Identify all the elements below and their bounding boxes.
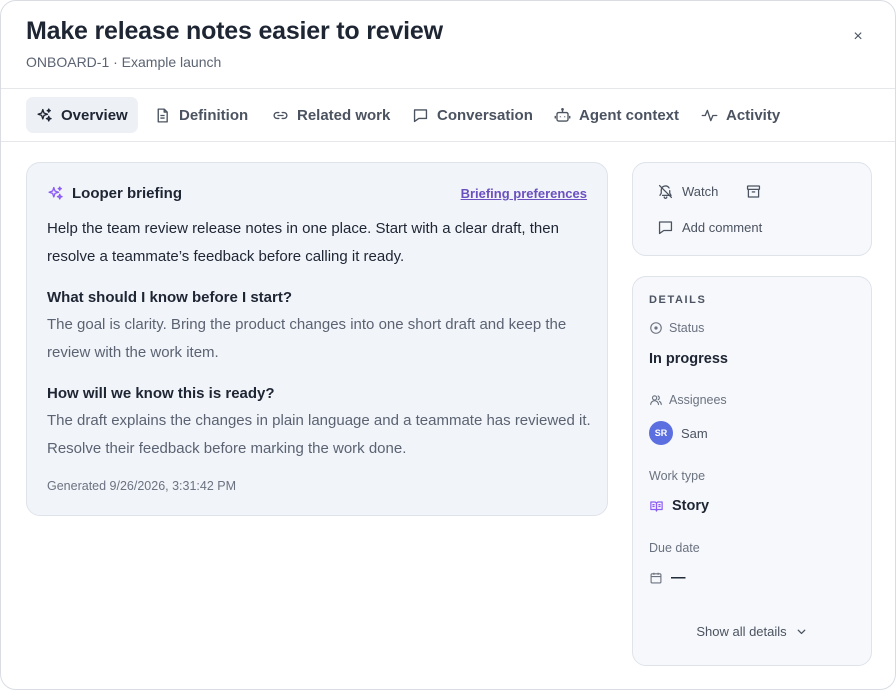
comment-icon: [658, 221, 673, 235]
chevron-down-icon: [797, 629, 806, 635]
tab-related-work[interactable]: Related work: [262, 97, 400, 133]
tab-overview[interactable]: Overview: [26, 97, 138, 133]
briefing-answer: The goal is clarity. Bring the product c…: [47, 316, 567, 361]
assignee-item[interactable]: SR Sam: [649, 421, 708, 445]
work-type-value[interactable]: Story: [649, 498, 709, 514]
modal-header: Make release notes easier to review ONBO…: [1, 1, 895, 89]
briefing-question: What should I know before I start?: [47, 289, 293, 306]
robot-icon: [554, 107, 571, 122]
page-title: Make release notes easier to review: [26, 17, 443, 45]
close-button[interactable]: ×: [847, 26, 869, 48]
briefing-summary: Help the team review release notes in on…: [47, 220, 559, 265]
details-section-title: DETAILS: [649, 294, 707, 306]
tab-bar: Overview Definition Related work Convers…: [1, 89, 895, 142]
archive-icon: [746, 185, 761, 198]
assignees-label: Assignees: [649, 393, 727, 407]
bell-off-icon: [658, 184, 673, 199]
briefing-answer: The draft explains the changes in plain …: [47, 412, 591, 457]
link-icon: [273, 111, 288, 119]
tab-label: Agent context: [579, 106, 680, 124]
work-type-label: Work type: [649, 469, 706, 483]
work-item-modal: Make release notes easier to review ONBO…: [0, 0, 896, 690]
tab-label: Definition: [179, 106, 249, 124]
tab-label: Activity: [726, 106, 781, 124]
tab-label: Overview: [61, 106, 128, 124]
sparkles-icon: [48, 186, 63, 200]
briefing-header: Looper briefing: [47, 185, 182, 202]
breadcrumb: ONBOARD-1 · Example launch: [26, 54, 222, 70]
due-date-value[interactable]: —: [649, 570, 686, 586]
actions-card: Watch Add comment: [632, 162, 872, 256]
briefing-question: How will we know this is ready?: [47, 385, 275, 402]
status-circle-icon: [650, 322, 662, 334]
chat-icon: [413, 108, 428, 122]
calendar-icon: [650, 572, 662, 584]
tab-conversation[interactable]: Conversation: [402, 97, 543, 133]
details-card: DETAILS Status In progress Assignees SR …: [632, 276, 872, 666]
assignee-name: Sam: [681, 425, 708, 441]
status-value[interactable]: In progress: [649, 351, 728, 367]
watch-label: Watch: [682, 184, 719, 199]
briefing-title: Looper briefing: [72, 185, 182, 202]
briefing-preferences-link[interactable]: Briefing preferences: [461, 186, 587, 201]
tab-agent-context[interactable]: Agent context: [544, 97, 689, 133]
users-icon: [650, 395, 662, 406]
tab-activity[interactable]: Activity: [691, 97, 790, 133]
tab-definition[interactable]: Definition: [144, 97, 258, 133]
sparkles-icon: [37, 107, 52, 122]
briefing-card: Looper briefing Briefing preferences Hel…: [26, 162, 608, 516]
tab-label: Conversation: [437, 106, 533, 124]
document-icon: [157, 107, 168, 123]
tab-label: Related work: [297, 106, 391, 124]
archive-button[interactable]: [745, 183, 762, 200]
add-comment-label: Add comment: [682, 220, 763, 235]
add-comment-button[interactable]: Add comment: [657, 219, 762, 236]
status-label: Status: [649, 321, 704, 335]
generated-timestamp: Generated 9/26/2026, 3:31:42 PM: [47, 479, 237, 493]
avatar: SR: [649, 421, 673, 445]
activity-icon: [701, 109, 718, 121]
book-icon: [650, 500, 663, 512]
due-date-label: Due date: [649, 541, 700, 555]
watch-button[interactable]: Watch: [657, 183, 718, 200]
show-all-details-button[interactable]: Show all details: [633, 624, 871, 639]
